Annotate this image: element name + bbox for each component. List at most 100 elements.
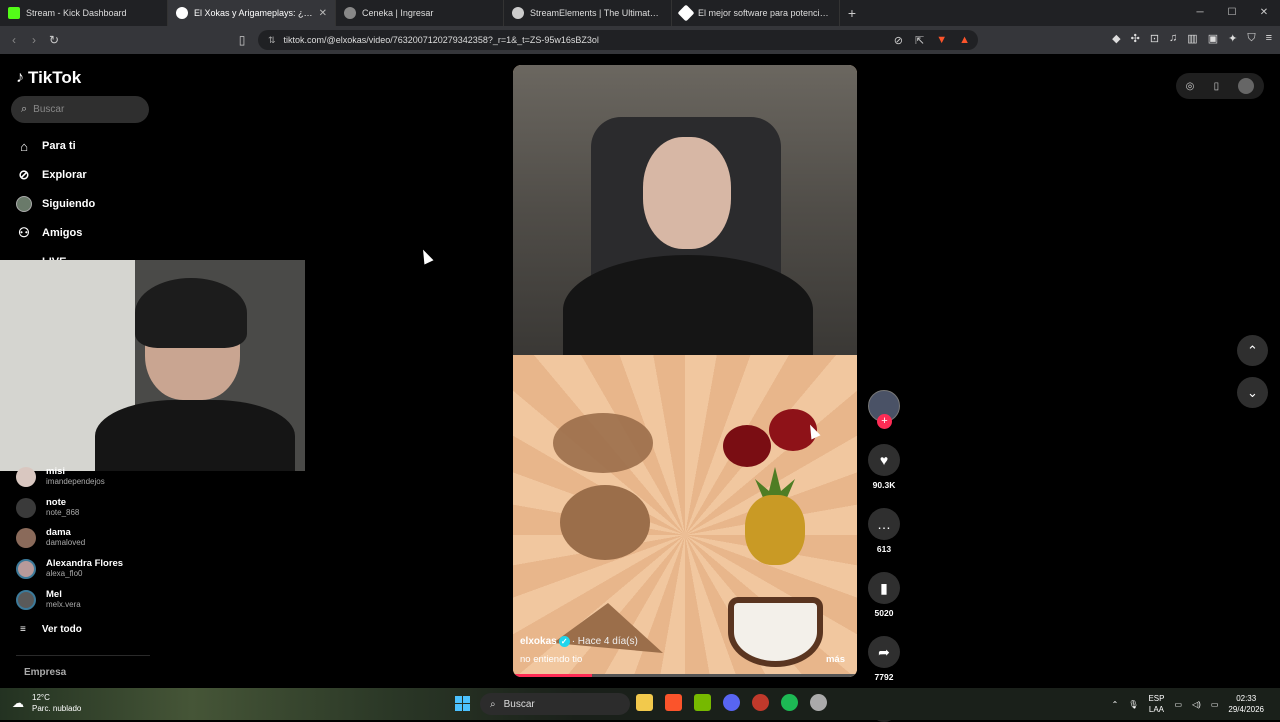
menu-icon[interactable]: ≡ (1266, 32, 1272, 45)
nav-para-ti[interactable]: ⌂ Para ti (16, 138, 76, 154)
profile-avatar[interactable] (1238, 78, 1255, 94)
search-icon: ⌕ (21, 103, 28, 115)
coconut-silhouette (560, 485, 650, 560)
record-icon[interactable] (752, 694, 769, 711)
reload-icon[interactable]: ↻ (44, 33, 64, 47)
following-item[interactable]: Mel melx.vera (16, 589, 81, 610)
wallet-diamond-icon[interactable]: ◆ (1112, 32, 1120, 45)
tab-tiktok[interactable]: El Xokas y Arigameplays: ¿Un... ✕ (168, 0, 336, 26)
following-item[interactable]: dama damaloved (16, 527, 85, 548)
coconut-half (728, 597, 823, 667)
action-bar: + ♥ 90.3K … 613 ▮ 5020 ➦ 7792 (868, 390, 900, 722)
network-icon[interactable]: ▭ (1174, 700, 1182, 709)
cherry-silhouette (553, 413, 653, 473)
address-bar[interactable]: ⇅ tiktok.com/@elxokas/video/763200712027… (258, 30, 978, 50)
video-time: · Hace 4 día(s) (571, 636, 638, 647)
nav-siguiendo[interactable]: Siguiendo (16, 196, 95, 212)
minimize-icon[interactable]: ─ (1184, 0, 1216, 26)
share-icon[interactable]: ⇱ (915, 34, 924, 47)
next-video-button[interactable]: ⌄ (1237, 377, 1268, 408)
close-window-icon[interactable]: ✕ (1248, 0, 1280, 26)
share-button[interactable]: ➦ (868, 636, 900, 668)
system-tray: ⌃ 🎙 ESP LAA ▭ ◁) ▭ 02:33 29/4/2026 (1112, 693, 1264, 715)
taskbar-search[interactable]: ⌕ Buscar (480, 693, 630, 715)
diamond-icon (677, 4, 695, 22)
list-icon: ≡ (20, 624, 26, 635)
like-count: 90.3K (872, 480, 896, 490)
brave-shield-icon[interactable]: ▼ (936, 34, 947, 47)
forward-icon[interactable]: › (24, 33, 44, 47)
file-explorer-icon[interactable] (636, 694, 653, 711)
follow-plus-icon[interactable]: + (877, 414, 892, 429)
following-item[interactable]: Alexandra Flores alexa_flo0 (16, 558, 123, 579)
comment-icon: … (877, 516, 891, 532)
following-item[interactable]: note note_868 (16, 497, 79, 518)
music-icon[interactable]: ♫ (1169, 32, 1177, 45)
see-all-link[interactable]: ≡ Ver todo (20, 624, 82, 635)
author-avatar[interactable]: + (868, 390, 900, 429)
tab-kick[interactable]: Stream - Kick Dashboard (0, 0, 168, 26)
discord-icon[interactable] (723, 694, 740, 711)
window-controls: ─ ☐ ✕ (1184, 0, 1280, 26)
device-icon[interactable]: ▯ (1214, 81, 1220, 92)
tab-ceneka[interactable]: Ceneka | Ingresar (336, 0, 504, 26)
nav-amigos[interactable]: ⚇ Amigos (16, 225, 82, 241)
weather-widget[interactable]: 12°C Parc. nublado (32, 692, 81, 714)
tab-software[interactable]: El mejor software para potenciar tu s... (672, 0, 840, 26)
share-count: 7792 (874, 672, 894, 682)
video-progress-fill (513, 674, 593, 677)
footer-link-empresa[interactable]: Empresa (24, 667, 66, 678)
url-text: tiktok.com/@elxokas/video/76320071202793… (283, 35, 599, 45)
previous-video-button[interactable]: ⌃ (1237, 335, 1268, 366)
tab-streamelements[interactable]: StreamElements | The Ultimate Strea... (504, 0, 672, 26)
chevron-up-icon[interactable]: ⌃ (1112, 700, 1119, 709)
spotify-icon[interactable] (781, 694, 798, 711)
save-button[interactable]: ▮ (868, 572, 900, 604)
top-right-controls: ◎ ▯ (1176, 73, 1264, 99)
nvidia-icon[interactable] (694, 694, 711, 711)
avatar (16, 558, 36, 579)
no-translate-icon[interactable]: ⊘ (894, 34, 903, 47)
video-author[interactable]: elxokas (520, 636, 557, 647)
language-indicator[interactable]: ESP LAA (1148, 693, 1164, 715)
brave-rewards-icon[interactable]: ▲ (959, 34, 970, 47)
site-info-icon[interactable]: ⇅ (268, 35, 276, 46)
avatar (16, 466, 36, 487)
microphone-icon[interactable]: 🎙 (1128, 700, 1138, 709)
extensions-icon[interactable]: ✣ (1131, 32, 1140, 45)
video-player[interactable]: elxokas ✓ · Hace 4 día(s) no entiendo tio … (513, 65, 857, 677)
sidebar-icon[interactable]: ▥ (1187, 32, 1197, 45)
nav-explorar[interactable]: ⊘ Explorar (16, 167, 87, 183)
obs-icon[interactable] (810, 694, 827, 711)
tiktok-icon (176, 7, 188, 19)
bookmark-icon: ▮ (880, 579, 888, 596)
webcam-overlay (0, 260, 305, 471)
divider (16, 655, 150, 656)
wallet-icon[interactable]: ▣ (1208, 32, 1218, 45)
comment-button[interactable]: … (868, 508, 900, 540)
like-button[interactable]: ♥ (868, 444, 900, 476)
new-tab-button[interactable]: + (840, 5, 864, 21)
avatar (16, 196, 32, 212)
home-icon: ⌂ (20, 138, 28, 154)
close-tab-icon[interactable]: ✕ (319, 8, 327, 19)
vpn-icon[interactable]: ⛉ (1247, 32, 1255, 45)
search-icon: ⌕ (490, 698, 496, 710)
volume-icon[interactable]: ◁) (1192, 700, 1201, 709)
search-input[interactable]: ⌕ Buscar (11, 96, 149, 123)
brave-icon[interactable] (665, 694, 682, 711)
more-button[interactable]: más (826, 654, 845, 665)
start-button[interactable] (455, 696, 470, 711)
battery-icon[interactable]: ▭ (1211, 700, 1219, 709)
bookmark-icon[interactable]: ▯ (232, 33, 252, 47)
clock[interactable]: 02:33 29/4/2026 (1228, 693, 1264, 715)
maximize-icon[interactable]: ☐ (1216, 0, 1248, 26)
video-progress[interactable] (513, 674, 857, 677)
keyboard-icon[interactable]: ◎ (1186, 81, 1195, 92)
leo-icon[interactable]: ✦ (1228, 32, 1237, 45)
back-icon[interactable]: ‹ (4, 33, 24, 47)
video-game-area (513, 355, 857, 677)
following-item[interactable]: misi imandependejos (16, 466, 105, 487)
tiktok-logo[interactable]: ♪ TikTok (16, 68, 81, 88)
screenshot-icon[interactable]: ⊡ (1150, 32, 1159, 45)
